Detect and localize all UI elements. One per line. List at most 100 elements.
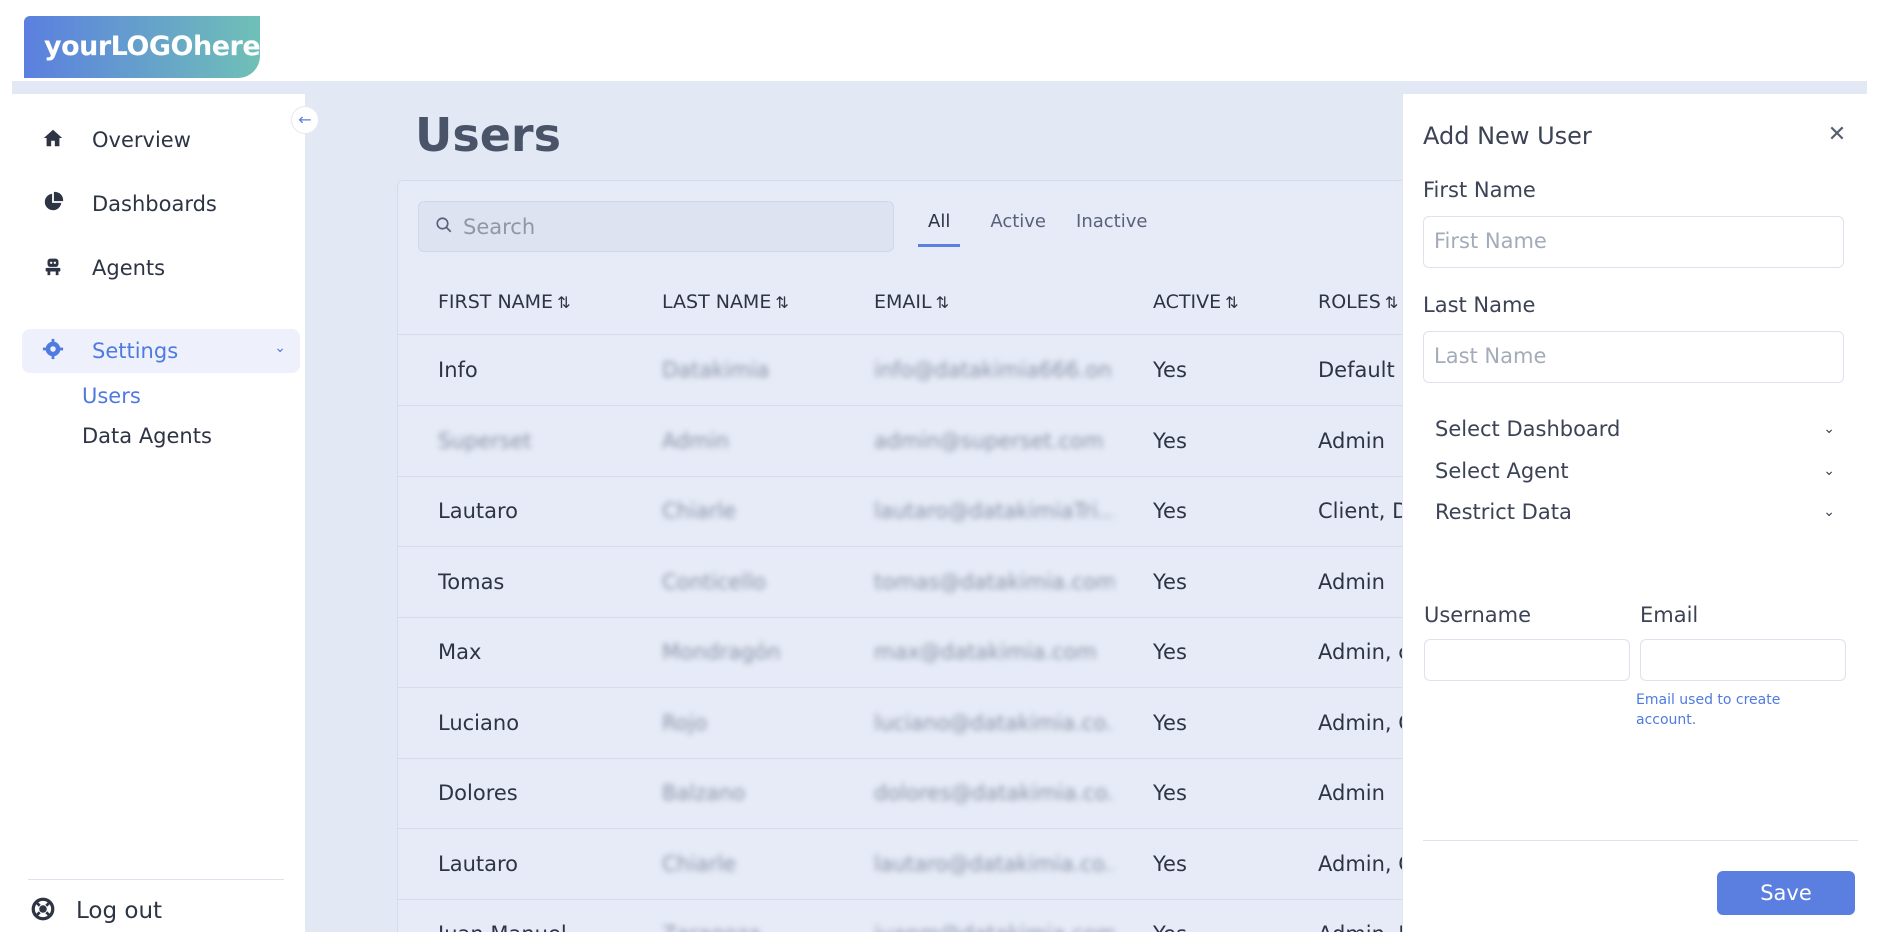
username-label: Username: [1424, 603, 1532, 627]
column-header-first-name[interactable]: FIRST NAME ⇅: [438, 291, 570, 313]
cell-first: Info: [438, 358, 478, 382]
add-user-panel: Add New User ✕ First Name First Name Las…: [1402, 94, 1867, 932]
search-input[interactable]: Search: [418, 201, 894, 252]
cell-active: Yes: [1153, 499, 1187, 523]
column-header-active[interactable]: ACTIVE ⇅: [1153, 291, 1239, 313]
username-field[interactable]: [1424, 639, 1630, 681]
sidebar-item-overview[interactable]: Overview: [22, 118, 300, 162]
cell-email: lautaro@datakimiaTri...: [874, 499, 1114, 523]
cell-active: Yes: [1153, 710, 1187, 735]
cell-first: Tomas: [438, 569, 505, 594]
cell-first: Lautaro: [438, 851, 519, 876]
panel-title: Add New User: [1423, 122, 1592, 150]
cell-email: luciano@datakimia.co...: [874, 710, 1114, 735]
search-icon: [435, 216, 453, 238]
cell-roles: Admin, C: [1318, 710, 1402, 735]
header-divider-band: [12, 81, 1867, 94]
cell-last: Zaragoza: [662, 922, 852, 932]
cell-last: Conticello: [662, 569, 766, 594]
cell-roles: Default: [1318, 358, 1395, 382]
sidebar-subitem-data-agents[interactable]: Data Agents: [82, 424, 212, 448]
tab-all[interactable]: All: [918, 211, 961, 247]
sidebar-divider: [28, 879, 284, 880]
save-button[interactable]: Save: [1717, 871, 1855, 915]
cell-first: Max: [438, 640, 482, 664]
logout-label: Log out: [76, 898, 163, 924]
cell-last: Datakimia: [662, 358, 770, 382]
cell-email: max@datakimia.com: [874, 640, 1097, 664]
sort-icon: ⇅: [775, 293, 789, 312]
cell-first: Juan Manuel: [438, 922, 638, 932]
cell-roles: Admin, D: [1318, 922, 1402, 932]
logout-button[interactable]: Log out: [30, 896, 162, 926]
page-title: Users: [415, 108, 561, 162]
column-header-last-name[interactable]: LAST NAME ⇅: [662, 291, 789, 313]
chevron-down-icon: ⌄: [1823, 504, 1835, 520]
select-dashboard-dropdown[interactable]: Select Dashboard ⌄: [1435, 412, 1835, 446]
sort-icon: ⇅: [557, 293, 571, 312]
filter-tabs: All Active Inactive: [918, 211, 1177, 247]
cell-email: tomas@datakimia.com: [874, 569, 1114, 594]
sidebar-subitem-users[interactable]: Users: [82, 384, 141, 408]
close-icon[interactable]: ✕: [1825, 124, 1849, 148]
cell-first: Dolores: [438, 781, 518, 805]
table-row[interactable]: Luciano Rojo luciano@datakimia.co... Yes Adm…: [398, 689, 1402, 759]
gear-icon: [22, 338, 64, 364]
sidebar-item-agents[interactable]: Agents: [22, 246, 300, 290]
first-name-field[interactable]: First Name: [1423, 216, 1844, 268]
column-header-email[interactable]: EMAIL ⇅: [874, 291, 949, 313]
cell-last: Mondragón: [662, 640, 781, 664]
cell-active: Yes: [1153, 428, 1187, 453]
select-agent-dropdown[interactable]: Select Agent ⌄: [1435, 454, 1835, 488]
sort-icon: ⇅: [1225, 293, 1239, 312]
table-row[interactable]: Lautaro Chiarle lautaro@datakimiaTri... Yes…: [398, 477, 1402, 547]
first-name-label: First Name: [1423, 178, 1536, 202]
cell-email: juanm@datakimia.com: [874, 922, 1114, 932]
cell-email: lautaro@datakimia.co...: [874, 851, 1114, 876]
column-header-roles[interactable]: ROLES ⇅: [1318, 291, 1398, 313]
logout-icon: [30, 896, 56, 926]
last-name-placeholder: Last Name: [1434, 344, 1547, 368]
home-icon: [22, 127, 63, 153]
table-header: FIRST NAME ⇅ LAST NAME ⇅ EMAIL ⇅ ACTIVE ⇅ RO…: [398, 271, 1402, 335]
sidebar-item-label: Settings: [92, 339, 179, 363]
sidebar-item-dashboards[interactable]: Dashboards: [22, 182, 300, 226]
restrict-data-dropdown[interactable]: Restrict Data ⌄: [1435, 495, 1835, 529]
sidebar-item-label: Agents: [92, 256, 166, 280]
pie-chart-icon: [22, 191, 64, 217]
cell-roles: Admin, C: [1318, 851, 1402, 876]
table-row[interactable]: Tomas Conticello tomas@datakimia.com Yes Adm…: [398, 548, 1402, 618]
table-row[interactable]: Info Datakimia info@datakimia666.on... Yes D…: [398, 336, 1402, 406]
table-row[interactable]: Superset Admin admin@superset.com Yes Admin: [398, 407, 1402, 477]
arrow-left-icon: ←: [298, 110, 312, 129]
cell-email: info@datakimia666.on...: [874, 358, 1114, 382]
chevron-down-icon: ⌄: [1823, 463, 1835, 479]
cell-email: dolores@datakimia.co...: [874, 781, 1114, 805]
cell-last: Rojo: [662, 710, 708, 735]
cell-roles: Admin: [1318, 428, 1385, 453]
cell-roles: Admin, c: [1318, 640, 1402, 664]
cell-first: Lautaro: [438, 499, 519, 523]
cell-first: Superset: [438, 428, 532, 453]
users-table-card: Search All Active Inactive FIRST NAME ⇅ L…: [397, 180, 1402, 932]
cell-last: Chiarle: [662, 499, 737, 523]
sort-icon: ⇅: [935, 293, 949, 312]
cell-roles: Client, D: [1318, 499, 1402, 523]
last-name-field[interactable]: Last Name: [1423, 331, 1844, 383]
table-row[interactable]: Juan Manuel Zaragoza juanm@datakimia.com Ye…: [398, 900, 1402, 932]
table-row[interactable]: Dolores Balzano dolores@datakimia.co... Yes…: [398, 759, 1402, 829]
cell-last: Balzano: [662, 781, 746, 805]
cell-email: admin@superset.com: [874, 428, 1104, 453]
tab-inactive[interactable]: Inactive: [1076, 211, 1147, 247]
collapse-sidebar-button[interactable]: ←: [291, 106, 319, 134]
cell-active: Yes: [1153, 640, 1187, 664]
sidebar-item-settings[interactable]: Settings ⌄: [22, 329, 300, 373]
cell-last: Admin: [662, 428, 729, 453]
cell-active: Yes: [1153, 851, 1187, 876]
table-row[interactable]: Lautaro Chiarle lautaro@datakimia.co... Yes…: [398, 830, 1402, 900]
cell-active: Yes: [1153, 922, 1273, 932]
table-row[interactable]: Max Mondragón max@datakimia.com Yes Admin, c: [398, 618, 1402, 688]
search-placeholder: Search: [463, 214, 536, 239]
email-field[interactable]: [1640, 639, 1846, 681]
tab-active[interactable]: Active: [990, 211, 1046, 247]
